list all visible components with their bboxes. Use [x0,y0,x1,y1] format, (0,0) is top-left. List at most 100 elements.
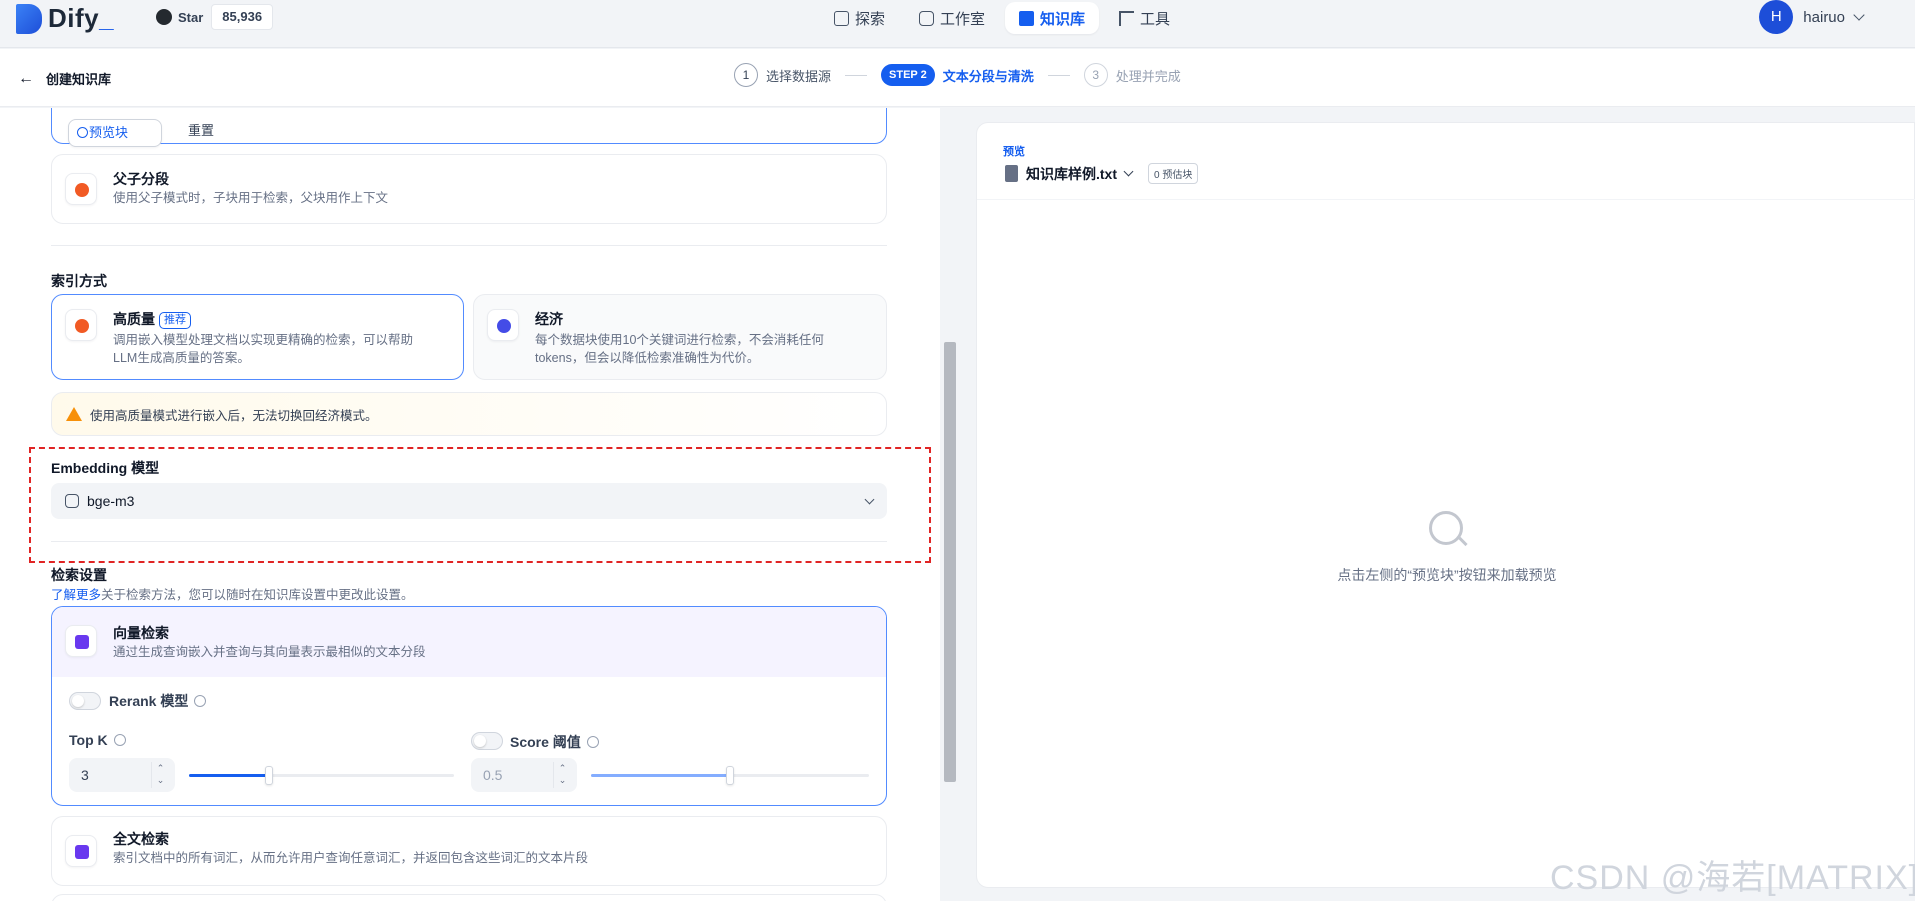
score-slider-handle[interactable] [726,766,734,785]
recommended-badge: 推荐 [159,312,191,329]
preview-file-name: 知识库样例.txt [1026,165,1117,182]
high-quality-option[interactable]: 高质量 推荐 调用嵌入模型处理文档以实现更精确的检索，可以帮助 LLM生成高质量的… [51,294,464,380]
fulltext-search-desc: 索引文档中的所有词汇，从而允许用户查询任意词汇，并返回包含这些词汇的文本片段 [113,851,589,865]
user-name: hairuo [1803,8,1845,26]
nav-studio[interactable]: 工作室 [905,2,999,34]
explore-icon [834,10,849,26]
parent-child-segment-card[interactable]: 父子分段 使用父子模式时，子块用于检索，父块用作上下文 [51,154,887,224]
fulltext-search-icon [65,835,97,867]
fulltext-search-title: 全文检索 [113,831,169,847]
github-star-label: Star [178,9,204,25]
retrieval-desc: 关于检索方法，您可以随时在知识库设置中更改此设置。 [101,588,414,602]
score-threshold-value: 0.5 [483,767,503,783]
divider [977,199,1915,200]
github-icon [156,9,172,25]
step-connector [845,74,868,76]
page-title: 创建知识库 [46,72,112,87]
arrow-left-icon: ← [18,69,34,87]
create-dataset-header: ← 创建知识库 1 选择数据源 STEP 2 文本分段与清洗 3 处理并完成 [0,49,1915,107]
tool-icon [1119,10,1135,26]
preview-empty-text: 点击左侧的“预览块”按钮来加载预览 [1337,567,1557,583]
preview-file-selector[interactable]: 知识库样例.txt 0 预估块 [1005,163,1199,184]
watermark: CSDN @海若[MATRIX] [1550,859,1915,897]
nav-tools[interactable]: 工具 [1105,2,1184,34]
preview-label: 预览 [1003,146,1025,158]
app-logo[interactable]: Dify_ [16,3,114,34]
step-3-label: 处理并完成 [1115,68,1181,84]
parent-child-title: 父子分段 [113,171,169,187]
score-slider-fill [591,774,730,777]
economy-option[interactable]: 经济 每个数据块使用10个关键词进行检索，不会消耗任何 tokens，但会以降低… [473,294,887,380]
index-mode-warning: 使用高质量模式进行嵌入后，无法切换回经济模式。 [51,392,887,436]
score-threshold-input[interactable]: 0.5 ⌃ ⌄ [471,758,577,792]
estimated-chunks-badge: 0 预估块 [1148,163,1199,184]
help-icon[interactable] [194,695,207,707]
topk-slider-handle[interactable] [264,766,273,785]
topk-label: Top K [69,732,108,748]
stepper-arrows[interactable]: ⌃ ⌄ [553,762,571,788]
file-icon [1005,165,1018,182]
nav-explore[interactable]: 探索 [820,2,899,34]
search-icon [77,127,88,138]
user-menu[interactable]: H hairuo [1759,0,1865,34]
divider [51,245,887,246]
step-2-label: 文本分段与清洗 [942,68,1034,84]
warning-icon [66,407,82,421]
annotation-highlight-box [29,447,931,563]
score-threshold-label: Score 阈值 [510,734,581,750]
vector-search-header [52,607,886,677]
back-button[interactable]: ← 创建知识库 [18,69,111,88]
score-threshold-toggle[interactable] [471,732,503,750]
high-quality-icon [65,309,97,341]
github-star-widget[interactable]: Star 85,936 [148,4,274,30]
dify-logo-icon [16,3,42,34]
stepper-arrows[interactable]: ⌃ ⌄ [151,762,169,788]
app-name: Dify [48,3,100,33]
economy-title: 经济 [535,311,563,327]
step-1-number: 1 [734,63,758,87]
index-method-title: 索引方式 [51,273,107,289]
reset-button[interactable]: 重置 [176,117,226,147]
nav-knowledge[interactable]: 知识库 [1005,2,1100,34]
help-icon[interactable] [113,734,126,746]
book-icon [1019,10,1035,26]
scrollbar-thumb[interactable] [944,342,956,782]
step-2-badge: STEP 2 [881,64,935,86]
topk-input[interactable]: 3 ⌃ ⌄ [69,758,175,792]
robot-icon [919,10,935,26]
rerank-label: Rerank 模型 [109,693,189,709]
chevron-down-icon [1853,9,1865,21]
step-3-number: 3 [1083,63,1108,87]
score-threshold-slider[interactable] [591,766,869,785]
warning-text: 使用高质量模式进行嵌入后，无法切换回经济模式。 [90,408,378,423]
avatar: H [1759,0,1794,34]
vector-search-title: 向量检索 [113,625,169,641]
preview-panel: 预览 知识库样例.txt 0 预估块 点击左侧的“预览块”按钮来加载预览 [976,122,1915,888]
parent-child-desc: 使用父子模式时，子块用于检索，父块用作上下文 [113,191,389,205]
github-star-count: 85,936 [211,4,274,30]
preview-chunks-button[interactable]: 预览块 [68,119,162,147]
high-quality-desc: 调用嵌入模型处理文档以实现更精确的检索，可以帮助 LLM生成高质量的答案。 [113,333,414,365]
vector-search-icon [65,625,97,657]
rerank-toggle[interactable] [69,692,101,710]
main-nav: 探索 工作室 知识库 工具 [820,2,1184,34]
piggy-bank-icon [487,309,519,341]
vector-search-desc: 通过生成查询嵌入并查询与其向量表示最相似的文本分段 [113,645,426,659]
stepper: 1 选择数据源 STEP 2 文本分段与清洗 3 处理并完成 [734,63,1181,87]
topk-slider[interactable] [189,766,454,785]
top-navbar: Dify_ Star 85,936 探索 工作室 知识库 工具 H hairuo [0,0,1915,48]
retrieval-settings-title: 检索设置 [51,567,107,583]
topk-value: 3 [81,767,89,783]
help-icon[interactable] [586,736,599,748]
topk-slider-fill [189,774,269,777]
step-1-label: 选择数据源 [766,68,832,84]
high-quality-title: 高质量 [113,311,155,327]
hybrid-search-card[interactable] [51,894,887,901]
learn-more-link[interactable]: 了解更多 [51,588,101,602]
step-connector [1047,74,1070,76]
general-segment-card[interactable]: 预览块 重置 [51,108,887,147]
search-icon [1429,511,1463,545]
parent-child-icon [65,173,97,205]
chevron-down-icon [1123,166,1134,177]
fulltext-search-card[interactable]: 全文检索 索引文档中的所有词汇，从而允许用户查询任意词汇，并返回包含这些词汇的文… [51,816,887,886]
